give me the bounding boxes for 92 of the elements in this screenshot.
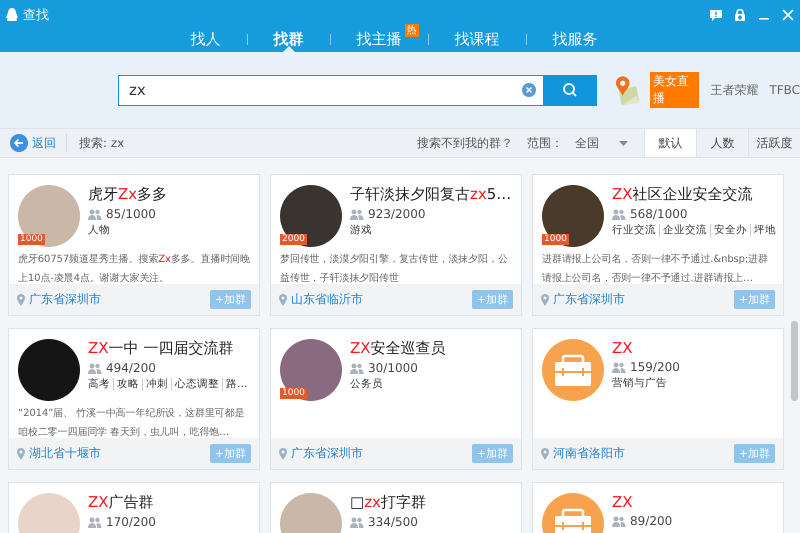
range-label: 范围： (527, 134, 563, 152)
level-badge: 2000 (280, 234, 307, 245)
members-icon (612, 208, 626, 220)
clear-icon[interactable] (522, 82, 536, 96)
location-pin-icon (279, 448, 287, 460)
group-name: ZX安全巡查员 (350, 339, 446, 358)
close-icon[interactable] (782, 9, 794, 21)
members-icon (350, 208, 364, 220)
location-pin-icon (17, 294, 25, 306)
search-button[interactable] (544, 74, 597, 106)
member-count: 494/200 (106, 361, 156, 375)
search-field[interactable]: zx (118, 74, 544, 106)
location-pin-icon (279, 294, 287, 306)
caret-icon (619, 140, 628, 146)
level-badge: 1000 (280, 388, 307, 399)
group-name: ZX (612, 493, 634, 511)
members-icon (88, 208, 102, 220)
search-icon (562, 82, 578, 98)
group-name: ZX广告群 (88, 493, 155, 512)
member-count: 334/500 (368, 515, 418, 529)
member-count: 159/200 (630, 360, 680, 374)
level-badge: 1000 (18, 234, 45, 245)
location-label: 山东省临沂市 (291, 291, 363, 308)
member-count: 170/200 (106, 515, 156, 529)
group-description: 梦回传世，淡漠夕阳引擎，复古传世，淡抹夕阳，公益传世，子轩淡抹夕阳传世 (280, 252, 509, 286)
location-pin-icon (17, 448, 25, 460)
location-pin-icon (541, 448, 549, 460)
hot-search-link[interactable]: TFBC (769, 83, 800, 97)
group-card[interactable]: 1000 ZX安全巡查员 30/1000 公务员 广东省深圳市 +加群 (270, 328, 522, 470)
member-count: 30/1000 (368, 361, 418, 375)
location-label: 广东省深圳市 (291, 445, 363, 462)
group-tag: 高考 (88, 378, 113, 391)
members-icon (88, 516, 102, 528)
location-label: 湖北省十堰市 (29, 445, 101, 462)
members-icon (612, 516, 626, 526)
group-card[interactable]: 1000 虎牙Zx多多 85/1000 人物 虎牙60757频道星秀主播。搜索Zx多多。直播时间晚上10点-凌晨4点。谢谢大家关注。 广东省深圳市 +加群 (8, 174, 260, 316)
group-tag: 企业交流 (659, 224, 710, 237)
sort-tab[interactable]: 活跃度 (748, 129, 800, 157)
group-name: □zx打字群 (350, 493, 426, 512)
group-name: ZX社区企业安全交流 (612, 185, 754, 204)
group-tag: 安全办 (710, 224, 750, 237)
group-card[interactable]: ZX 159/200 营销与广告 河南省洛阳市 +加群 (532, 328, 784, 470)
search-query-label: 搜索: zx (79, 134, 124, 152)
members-icon (350, 362, 364, 374)
group-description: 虎牙60757频道星秀主播。搜索Zx多多。直播时间晚上10点-凌晨4点。谢谢大家关注。 (18, 252, 251, 286)
member-count: 85/1000 (106, 207, 156, 221)
back-button[interactable]: 返回 (0, 134, 67, 152)
location-pin-icon (541, 294, 549, 306)
group-card[interactable]: ZX广告群 170/200 (8, 482, 260, 533)
group-card[interactable]: 1000 ZX社区企业安全交流 568/1000 行业交流 企业交流 安全办 坪地 进群请报上公司名，否则一律不予通过.&nbsp;进群请报上公司名，否则一律不予通过.进群请报上… 广东省深圳市 +加群 (532, 174, 784, 316)
group-tag: 公务员 (350, 378, 386, 391)
help-link[interactable]: 搜索不到我的群？ (417, 134, 513, 152)
group-card[interactable]: 2000 子轩淡抹夕阳复古zx5… 923/2000 游戏 梦回传世，淡漠夕阳引擎，复古传世，淡抹夕阳，公益传世，子轩淡抹夕阳传世 山东省临沂市 +加群 (270, 174, 522, 316)
level-badge: 1000 (542, 234, 569, 245)
group-name: ZX (612, 339, 634, 357)
group-tag: 游戏 (350, 224, 375, 237)
briefcase-icon (542, 339, 604, 401)
group-card[interactable]: ZX 89/200 (532, 482, 784, 533)
group-tag: 营销与广告 (612, 377, 670, 390)
location-label: 广东省深圳市 (553, 291, 625, 308)
hot-search-link[interactable]: 王者荣耀 (710, 82, 758, 98)
hot-badge: 热 (404, 24, 418, 37)
sort-tab[interactable]: 人数 (696, 129, 748, 157)
range-dropdown[interactable]: 全国 (575, 134, 644, 152)
scrollbar-thumb[interactable] (791, 321, 798, 401)
group-description: 进群请报上公司名，否则一律不予通过.&nbsp;进群请报上公司名，否则一律不予通过.进群请报上… (542, 252, 769, 286)
sort-tab[interactable]: 默认 (644, 129, 696, 157)
group-tag: 坪地 (750, 224, 779, 237)
window-title: 查找 (23, 7, 49, 24)
group-card[interactable]: ZX一中 一四届交流群 494/200 高考 攻略 冲刺 心态调整 路… “2014”届、 竹溪一中高一年纪所设，这群里可都是咱校二零一四届同学 春天到，虫儿叫，吃得饱… 湖北省十堰市 +加群 (8, 328, 260, 470)
group-tag: 冲刺 (142, 378, 171, 391)
group-tag: 心态调整 (171, 378, 222, 391)
members-icon (612, 362, 626, 372)
group-tag: 人物 (88, 224, 113, 237)
member-count: 923/2000 (368, 207, 426, 221)
group-tag: 攻略 (113, 378, 142, 391)
location-label: 河南省洛阳市 (553, 445, 625, 462)
location-label: 广东省深圳市 (29, 291, 101, 308)
members-icon (88, 362, 102, 374)
group-tag: 行业交流 (612, 224, 659, 237)
group-name: 子轩淡抹夕阳复古zx5… (350, 185, 512, 204)
members-icon (350, 516, 364, 528)
member-count: 568/1000 (630, 207, 688, 221)
group-description: “2014”届、 竹溪一中高一年纪所设，这群里可都是咱校二零一四届同学 春天到，虫儿叫，吃得饱… (18, 406, 246, 440)
group-name: 虎牙Zx多多 (88, 185, 168, 204)
group-name: ZX一中 一四届交流群 (88, 339, 234, 358)
lock-icon[interactable] (734, 9, 746, 21)
penguin-icon (6, 8, 18, 22)
feedback-icon[interactable] (710, 10, 722, 20)
member-count: 89/200 (630, 514, 672, 528)
group-tag: 路… (222, 378, 250, 391)
group-card[interactable]: □zx打字群 334/500 (270, 482, 522, 533)
